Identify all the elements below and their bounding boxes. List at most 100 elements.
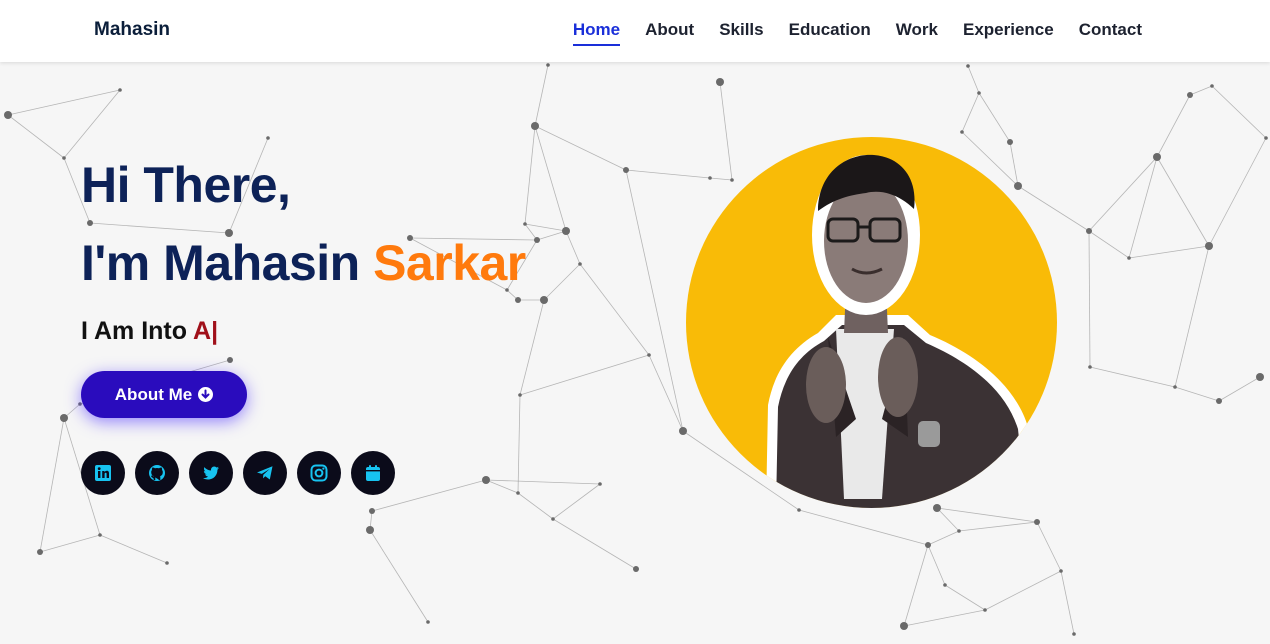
- nav-skills[interactable]: Skills: [719, 20, 763, 46]
- brand-logo[interactable]: Mahasin: [94, 19, 170, 41]
- network-node: [1187, 92, 1193, 98]
- nav-home[interactable]: Home: [572, 20, 621, 46]
- network-node: [1086, 228, 1092, 234]
- network-line: [1089, 366, 1176, 388]
- network-node: [482, 476, 490, 484]
- network-line: [39, 534, 101, 553]
- network-line: [39, 417, 65, 553]
- network-node: [633, 566, 639, 572]
- calendar-icon[interactable]: [351, 451, 395, 495]
- typed-text: I Am Into A|: [81, 317, 218, 346]
- network-node: [1072, 632, 1076, 636]
- network-node: [62, 156, 66, 160]
- nav-education[interactable]: Education: [789, 20, 871, 46]
- network-node: [1088, 365, 1092, 369]
- network-line: [903, 544, 929, 627]
- network-node: [551, 517, 555, 521]
- network-node: [1216, 398, 1222, 404]
- network-line: [579, 263, 650, 356]
- typed-word: A|: [193, 317, 219, 345]
- network-line: [517, 394, 521, 494]
- network-line: [485, 479, 601, 485]
- network-line: [1128, 245, 1210, 259]
- network-node: [1059, 569, 1063, 573]
- network-line: [1189, 85, 1213, 96]
- network-node: [708, 176, 712, 180]
- about-me-label: About Me: [114, 384, 193, 404]
- network-line: [534, 125, 567, 232]
- nav-work[interactable]: Work: [896, 20, 938, 46]
- network-node: [647, 353, 651, 357]
- profile-photo: [686, 137, 1057, 508]
- network-line: [89, 222, 230, 234]
- network-node: [960, 130, 964, 134]
- network-node: [1127, 256, 1131, 260]
- network-line: [543, 263, 581, 301]
- network-node: [730, 178, 734, 182]
- network-node: [966, 64, 970, 68]
- nav-contact[interactable]: Contact: [1079, 20, 1142, 46]
- nav-experience[interactable]: Experience: [963, 20, 1054, 46]
- network-node: [516, 491, 520, 495]
- network-line: [1174, 386, 1220, 402]
- network-line: [709, 177, 733, 181]
- network-node: [534, 237, 540, 243]
- network-line: [944, 584, 986, 611]
- network-node: [900, 622, 908, 630]
- network-line: [565, 230, 581, 265]
- network-node: [118, 88, 122, 92]
- network-node: [87, 220, 93, 226]
- linkedin-icon[interactable]: [81, 451, 125, 495]
- network-line: [978, 92, 1011, 143]
- network-node: [518, 393, 522, 397]
- network-line: [1088, 230, 1130, 259]
- network-node: [1264, 136, 1268, 140]
- hero-intro-prefix: I'm Mahasin: [81, 235, 374, 291]
- network-node: [266, 136, 270, 140]
- network-line: [519, 299, 545, 396]
- network-node: [523, 222, 527, 226]
- network-line: [63, 89, 121, 159]
- network-node: [1173, 385, 1177, 389]
- network-node: [1210, 84, 1214, 88]
- github-icon[interactable]: [135, 451, 179, 495]
- network-line: [927, 530, 960, 546]
- network-line: [517, 492, 554, 520]
- network-line: [1088, 230, 1091, 368]
- network-line: [1211, 85, 1267, 139]
- network-line: [903, 609, 986, 627]
- network-node: [925, 542, 931, 548]
- network-node: [1007, 139, 1013, 145]
- network-line: [1208, 137, 1267, 247]
- network-node: [1014, 182, 1022, 190]
- network-node: [98, 533, 102, 537]
- hero-intro-accent: Sarkar: [373, 235, 526, 291]
- network-node: [1034, 519, 1040, 525]
- network-node: [1205, 242, 1213, 250]
- network-line: [524, 125, 536, 225]
- network-line: [1156, 94, 1191, 158]
- twitter-icon[interactable]: [189, 451, 233, 495]
- network-line: [936, 507, 960, 532]
- network-node: [933, 504, 941, 512]
- network-line: [936, 507, 1038, 523]
- network-line: [984, 570, 1062, 611]
- network-line: [1156, 156, 1210, 247]
- network-node: [546, 63, 550, 67]
- network-line: [7, 114, 65, 159]
- nav-about[interactable]: About: [645, 20, 694, 46]
- network-line: [927, 544, 946, 586]
- network-node: [369, 508, 375, 514]
- instagram-icon[interactable]: [297, 451, 341, 495]
- hero-greeting: Hi There,: [81, 157, 291, 213]
- network-node: [540, 296, 548, 304]
- about-me-button[interactable]: About Me: [81, 371, 247, 418]
- navbar: Mahasin Home About Skills Education Work…: [0, 0, 1270, 62]
- network-line: [536, 230, 567, 241]
- network-node: [623, 167, 629, 173]
- network-node: [578, 262, 582, 266]
- telegram-icon[interactable]: [243, 451, 287, 495]
- network-node: [165, 561, 169, 565]
- network-node: [977, 91, 981, 95]
- profile-portrait-illustration: [766, 154, 1036, 508]
